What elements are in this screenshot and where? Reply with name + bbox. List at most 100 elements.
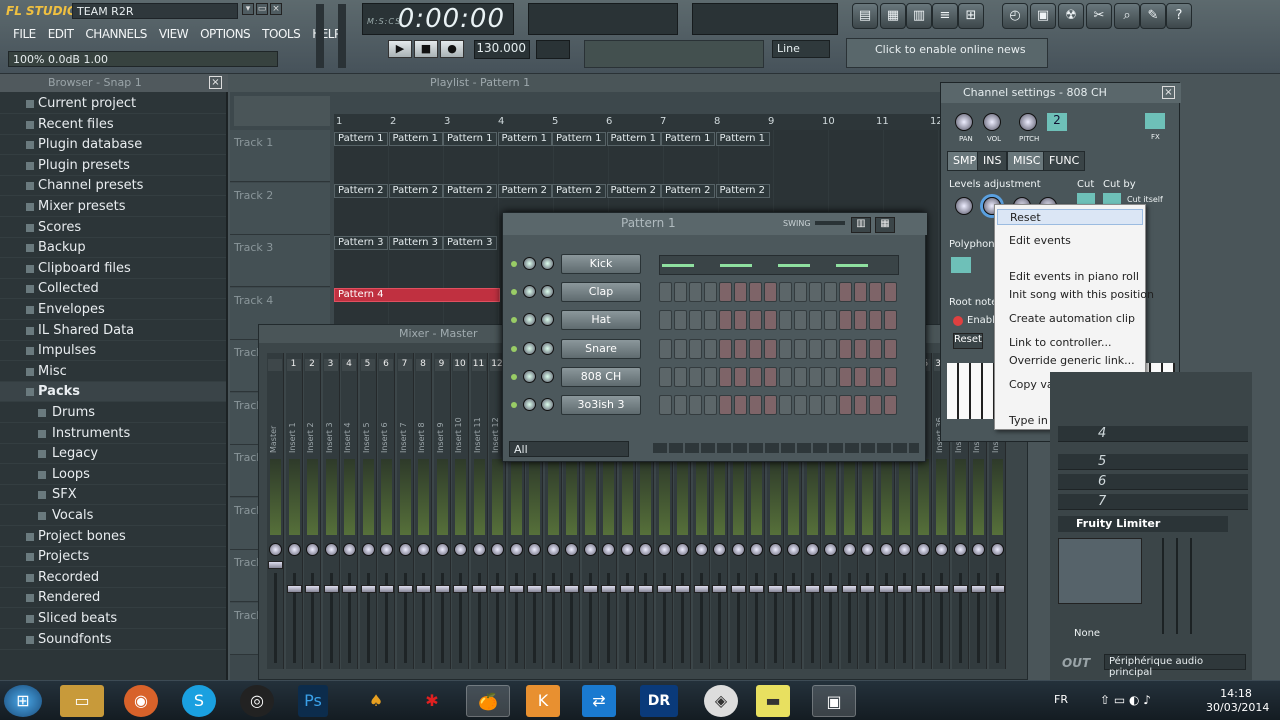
insert-strip[interactable]: 6 Insert 6: [378, 353, 395, 669]
step-button[interactable]: [824, 366, 837, 387]
insert-strip[interactable]: 11 Insert 11: [470, 353, 488, 669]
dynamic-range-icon[interactable]: DR: [640, 685, 678, 717]
step-button[interactable]: [689, 310, 702, 331]
menu-item-override-generic-link[interactable]: Override generic link...: [1009, 353, 1135, 369]
volume-knob[interactable]: [983, 113, 1001, 131]
fader-cap[interactable]: [379, 585, 394, 593]
fx-slot[interactable]: 5: [1058, 454, 1248, 470]
restore-icon[interactable]: ▭: [256, 3, 268, 15]
step-button[interactable]: [764, 282, 777, 303]
browser-item[interactable]: Current project: [0, 94, 226, 114]
fx-slot[interactable]: 7: [1058, 494, 1248, 510]
photoshop-icon[interactable]: Ps: [298, 685, 328, 717]
step-button[interactable]: [734, 366, 747, 387]
pattern-clip[interactable]: Pattern 2: [715, 184, 770, 198]
step-button[interactable]: [719, 338, 732, 359]
minimize-icon[interactable]: ▾: [242, 3, 254, 15]
browser-item[interactable]: Channel presets: [0, 176, 226, 197]
playlist-tools[interactable]: [234, 96, 330, 126]
insert-strip[interactable]: 9 Insert 9: [433, 353, 451, 669]
fader-cap[interactable]: [545, 585, 561, 593]
level-pan-knob[interactable]: [955, 197, 973, 215]
step-button[interactable]: [869, 310, 882, 331]
step-button[interactable]: [659, 395, 672, 415]
fader-cap[interactable]: [471, 585, 487, 593]
browser-item[interactable]: Vocals: [0, 506, 226, 526]
step-button[interactable]: [839, 310, 852, 331]
fader-cap[interactable]: [416, 585, 431, 593]
step-button[interactable]: [779, 338, 792, 359]
step-button[interactable]: [869, 366, 882, 387]
channel-settings-close-icon[interactable]: ×: [1162, 86, 1175, 99]
fx-slot[interactable]: 4: [1058, 426, 1248, 442]
pan-knob[interactable]: [861, 543, 874, 556]
step-button[interactable]: [854, 282, 867, 303]
step-button[interactable]: [839, 395, 852, 415]
fader-cap[interactable]: [952, 585, 968, 593]
fader-cap[interactable]: [508, 585, 524, 593]
pattern-clip[interactable]: Pattern 3: [443, 236, 497, 250]
master-volume-slider[interactable]: [316, 4, 324, 68]
help-icon[interactable]: ?: [1166, 3, 1192, 29]
pattern-clip[interactable]: Pattern 2: [661, 184, 715, 198]
fader-cap[interactable]: [582, 585, 598, 593]
pattern-clip[interactable]: Pattern 3: [388, 236, 443, 250]
step-button[interactable]: [659, 310, 672, 331]
channel-button[interactable]: Kick: [561, 254, 641, 274]
fader-cap[interactable]: [860, 585, 875, 593]
pattern-clip[interactable]: Pattern 1: [443, 132, 497, 146]
track-header[interactable]: Track 2: [230, 182, 330, 235]
pan-knob[interactable]: [435, 543, 449, 556]
fader-cap[interactable]: [434, 585, 450, 593]
step-button[interactable]: [764, 338, 777, 359]
pan-knob[interactable]: [324, 543, 338, 556]
browser-item[interactable]: Recorded: [0, 568, 226, 588]
mute-led[interactable]: [511, 402, 517, 408]
fader-cap[interactable]: [934, 585, 949, 593]
step-button[interactable]: [779, 395, 792, 415]
step-button[interactable]: [809, 310, 822, 331]
step-button[interactable]: [674, 310, 687, 331]
step-button[interactable]: [704, 395, 717, 415]
tempo-display[interactable]: 130.000: [474, 40, 530, 59]
step-button[interactable]: [854, 395, 867, 415]
menu-view[interactable]: VIEW: [154, 27, 193, 43]
swing-slider[interactable]: [815, 221, 845, 225]
step-button[interactable]: [854, 366, 867, 387]
step-button[interactable]: [779, 310, 792, 331]
menu-options[interactable]: OPTIONS: [195, 27, 255, 43]
insert-strip[interactable]: 4 Insert 4: [341, 353, 358, 669]
step-button[interactable]: [794, 395, 807, 415]
edit-icon[interactable]: ✎: [1140, 3, 1166, 29]
pattern-clip[interactable]: Pattern 1: [661, 132, 715, 146]
pan-knob[interactable]: [768, 543, 782, 556]
piano-roll-icon[interactable]: ▦: [880, 3, 906, 29]
menu-file[interactable]: FILE: [8, 27, 41, 43]
sticky-notes-icon[interactable]: ▬: [756, 685, 790, 717]
master-pitch-slider[interactable]: [338, 4, 346, 68]
language-indicator[interactable]: FR: [1054, 693, 1068, 706]
step-graph[interactable]: [659, 255, 899, 275]
graph-editor-icon[interactable]: ▥: [851, 217, 871, 233]
pan-knob[interactable]: [602, 543, 615, 556]
step-button[interactable]: [884, 282, 897, 303]
insert-strip[interactable]: 5 Insert 5: [359, 353, 377, 669]
track-header[interactable]: Track 1: [230, 130, 330, 182]
volume-fader[interactable]: [274, 573, 277, 663]
pan-knob[interactable]: [620, 543, 634, 556]
channel-pan-knob[interactable]: [523, 313, 536, 327]
channel-volume-knob[interactable]: [541, 257, 554, 270]
step-button[interactable]: [674, 338, 687, 359]
browser-item[interactable]: Project bones: [0, 527, 226, 547]
fader-cap[interactable]: [601, 585, 616, 593]
step-button[interactable]: [659, 338, 672, 359]
step-button[interactable]: [779, 282, 792, 303]
browser-item[interactable]: Envelopes: [0, 300, 226, 320]
master-strip[interactable]: Master: [267, 353, 284, 669]
browser-item[interactable]: Collected: [0, 279, 226, 300]
pattern-clip[interactable]: Pattern 1: [334, 132, 388, 146]
fader-cap[interactable]: [730, 585, 746, 593]
pattern-clip[interactable]: Pattern 2: [334, 184, 388, 198]
track-header[interactable]: Track 3: [230, 235, 330, 287]
fader-cap[interactable]: [286, 585, 302, 593]
